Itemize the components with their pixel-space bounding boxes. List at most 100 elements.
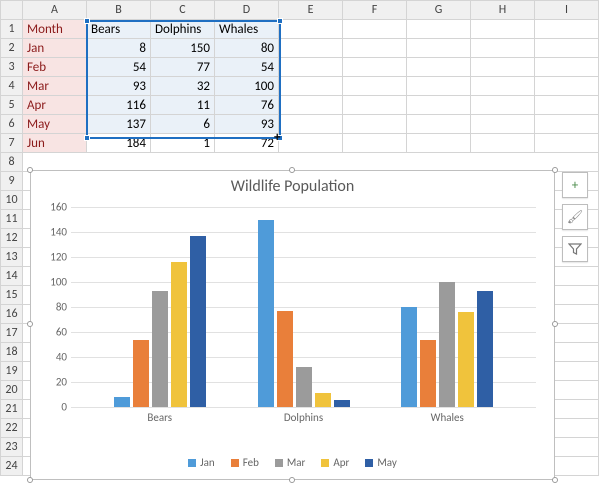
header-whales[interactable]: Whales — [215, 20, 279, 39]
chart-title[interactable]: Wildlife Population — [31, 171, 554, 196]
chart-resize-handle[interactable] — [27, 167, 33, 173]
cell[interactable] — [343, 77, 407, 96]
cell[interactable]: 80 — [215, 39, 279, 58]
row-header[interactable]: 1 — [1, 20, 23, 39]
cell[interactable]: 54 — [215, 58, 279, 77]
cell[interactable] — [471, 58, 535, 77]
chart-resize-handle[interactable] — [289, 477, 295, 483]
header-bears[interactable]: Bears — [87, 20, 151, 39]
chart-bar[interactable] — [171, 262, 187, 407]
cell[interactable] — [407, 115, 471, 134]
cell[interactable] — [535, 96, 599, 115]
row-header[interactable]: 9 — [1, 172, 23, 191]
chart-resize-handle[interactable] — [552, 321, 558, 327]
row-header[interactable]: 19 — [1, 362, 23, 381]
cell[interactable] — [23, 153, 599, 172]
cell[interactable] — [279, 134, 343, 153]
legend-item[interactable]: May — [365, 456, 396, 469]
cell[interactable] — [407, 96, 471, 115]
chart-bar[interactable] — [458, 312, 474, 407]
cell[interactable] — [343, 96, 407, 115]
header-month[interactable]: Month — [23, 20, 87, 39]
cell[interactable]: 93 — [215, 115, 279, 134]
cell[interactable] — [535, 58, 599, 77]
cell[interactable]: 93 — [87, 77, 151, 96]
cell-month[interactable]: Apr — [23, 96, 87, 115]
cell[interactable]: 116 — [87, 96, 151, 115]
row-header[interactable]: 16 — [1, 305, 23, 324]
row-header[interactable]: 5 — [1, 96, 23, 115]
row-header[interactable]: 21 — [1, 400, 23, 419]
cell[interactable] — [407, 77, 471, 96]
row-header[interactable]: 22 — [1, 419, 23, 438]
cell[interactable] — [535, 20, 599, 39]
cell[interactable] — [343, 20, 407, 39]
row-header[interactable]: 6 — [1, 115, 23, 134]
col-header-H[interactable]: H — [471, 1, 535, 20]
legend-item[interactable]: Mar — [275, 456, 306, 469]
select-all-corner[interactable] — [1, 1, 23, 20]
cell-month[interactable]: Jan — [23, 39, 87, 58]
chart-bar[interactable] — [152, 291, 168, 407]
row-header[interactable]: 20 — [1, 381, 23, 400]
cell-month[interactable]: Jun — [23, 134, 87, 153]
row-header[interactable]: 11 — [1, 210, 23, 229]
chart-bar[interactable] — [133, 340, 149, 408]
chart-bar[interactable] — [420, 340, 436, 408]
cell[interactable]: 100 — [215, 77, 279, 96]
row-header[interactable]: 2 — [1, 39, 23, 58]
col-header-B[interactable]: B — [87, 1, 151, 20]
cell[interactable] — [343, 58, 407, 77]
chart-bar[interactable] — [477, 291, 493, 407]
cell[interactable] — [407, 20, 471, 39]
chart-bar[interactable] — [439, 282, 455, 407]
chart-bar[interactable] — [277, 311, 293, 407]
col-header-G[interactable]: G — [407, 1, 471, 20]
cell[interactable] — [471, 96, 535, 115]
cell[interactable]: 77 — [151, 58, 215, 77]
row-header[interactable]: 12 — [1, 229, 23, 248]
cell[interactable]: 184 — [87, 134, 151, 153]
row-header[interactable]: 18 — [1, 343, 23, 362]
chart-resize-handle[interactable] — [552, 167, 558, 173]
row-header[interactable]: 4 — [1, 77, 23, 96]
chart-filters-button[interactable] — [562, 236, 588, 262]
cell[interactable] — [279, 20, 343, 39]
cell[interactable] — [471, 77, 535, 96]
cell[interactable] — [343, 134, 407, 153]
col-header-D[interactable]: D — [215, 1, 279, 20]
cell[interactable]: 11 — [151, 96, 215, 115]
cell[interactable] — [535, 134, 599, 153]
legend-item[interactable]: Jan — [188, 456, 215, 469]
cell[interactable] — [279, 96, 343, 115]
col-header-A[interactable]: A — [23, 1, 87, 20]
row-header[interactable]: 15 — [1, 286, 23, 305]
row-header[interactable]: 7 — [1, 134, 23, 153]
cell[interactable]: 137 — [87, 115, 151, 134]
chart-object[interactable]: Wildlife Population 02040608010012014016… — [30, 170, 555, 480]
cell[interactable] — [279, 115, 343, 134]
col-header-F[interactable]: F — [343, 1, 407, 20]
chart-resize-handle[interactable] — [27, 321, 33, 327]
col-header-C[interactable]: C — [151, 1, 215, 20]
cell[interactable] — [471, 20, 535, 39]
cell[interactable] — [535, 39, 599, 58]
cell[interactable] — [407, 134, 471, 153]
cell[interactable] — [279, 58, 343, 77]
chart-legend[interactable]: JanFebMarAprMay — [31, 456, 554, 469]
legend-item[interactable]: Apr — [321, 456, 349, 469]
chart-bar[interactable] — [258, 220, 274, 408]
row-header[interactable]: 3 — [1, 58, 23, 77]
cell[interactable] — [471, 115, 535, 134]
cell[interactable] — [343, 39, 407, 58]
cell[interactable] — [471, 134, 535, 153]
col-header-I[interactable]: I — [535, 1, 599, 20]
chart-bar[interactable] — [190, 236, 206, 407]
row-header[interactable]: 13 — [1, 248, 23, 267]
cell[interactable]: 150 — [151, 39, 215, 58]
row-header[interactable]: 17 — [1, 324, 23, 343]
cell[interactable]: 72 — [215, 134, 279, 153]
row-header[interactable]: 10 — [1, 191, 23, 210]
cell[interactable] — [407, 39, 471, 58]
chart-plot-area[interactable]: 020406080100120140160 — [71, 207, 536, 407]
